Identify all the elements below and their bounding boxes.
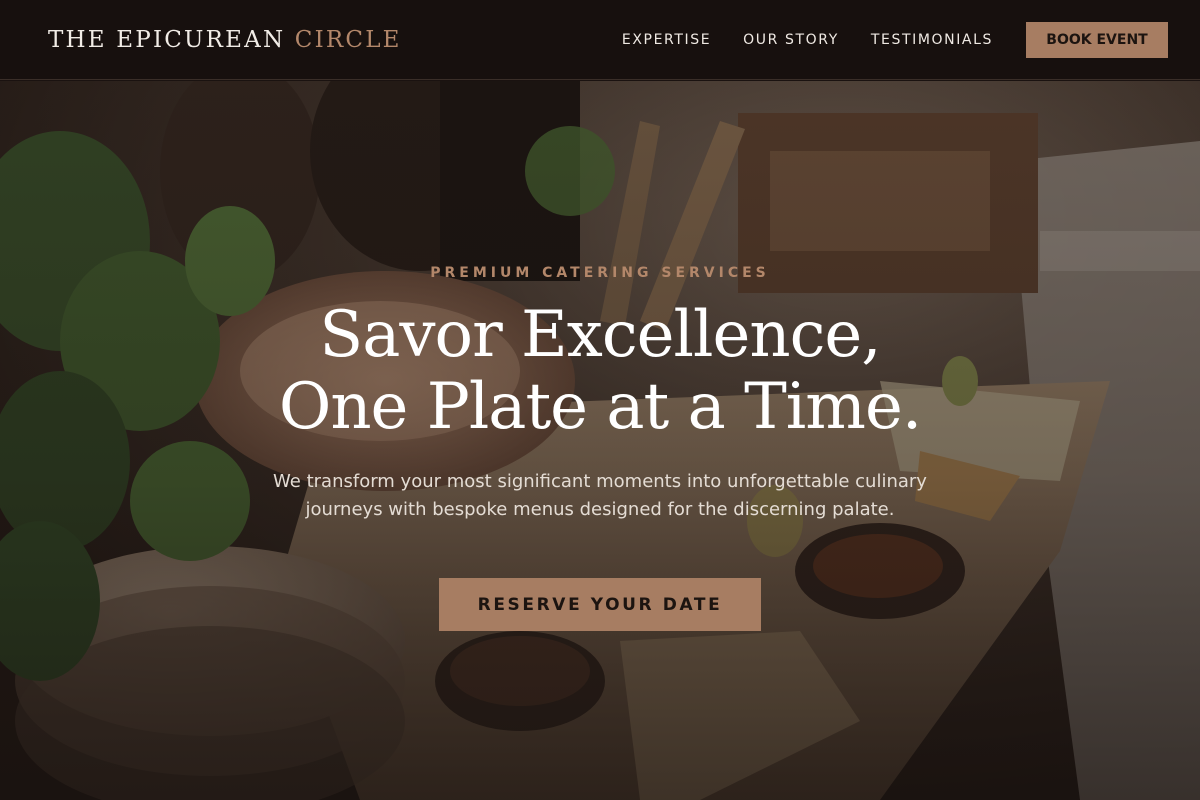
logo-main-text: THE EPICUREAN <box>48 26 286 53</box>
hero-section: PREMIUM CATERING SERVICES Savor Excellen… <box>0 81 1200 800</box>
hero-eyebrow: PREMIUM CATERING SERVICES <box>430 265 770 281</box>
brand-logo[interactable]: THE EPICUREAN CIRCLE <box>48 27 402 53</box>
reserve-date-button[interactable]: RESERVE YOUR DATE <box>439 578 761 631</box>
nav-link-our-story[interactable]: OUR STORY <box>743 32 839 48</box>
nav-link-testimonials[interactable]: TESTIMONIALS <box>871 32 993 48</box>
nav-link-expertise[interactable]: EXPERTISE <box>622 32 711 48</box>
headline-line-1: Savor Excellence, <box>319 298 881 372</box>
headline-line-2: One Plate at a Time. <box>278 370 922 444</box>
hero-subtext: We transform your most significant momen… <box>273 471 927 520</box>
book-event-button[interactable]: BOOK EVENT <box>1026 21 1168 58</box>
main-nav: EXPERTISE OUR STORY TESTIMONIALS BOOK EV… <box>622 21 1168 58</box>
hero-headline: Savor Excellence, One Plate at a Time. <box>0 299 1200 443</box>
hero-content: PREMIUM CATERING SERVICES Savor Excellen… <box>0 81 1200 800</box>
site-header: THE EPICUREAN CIRCLE EXPERTISE OUR STORY… <box>0 0 1200 80</box>
logo-accent-text: CIRCLE <box>294 26 402 53</box>
